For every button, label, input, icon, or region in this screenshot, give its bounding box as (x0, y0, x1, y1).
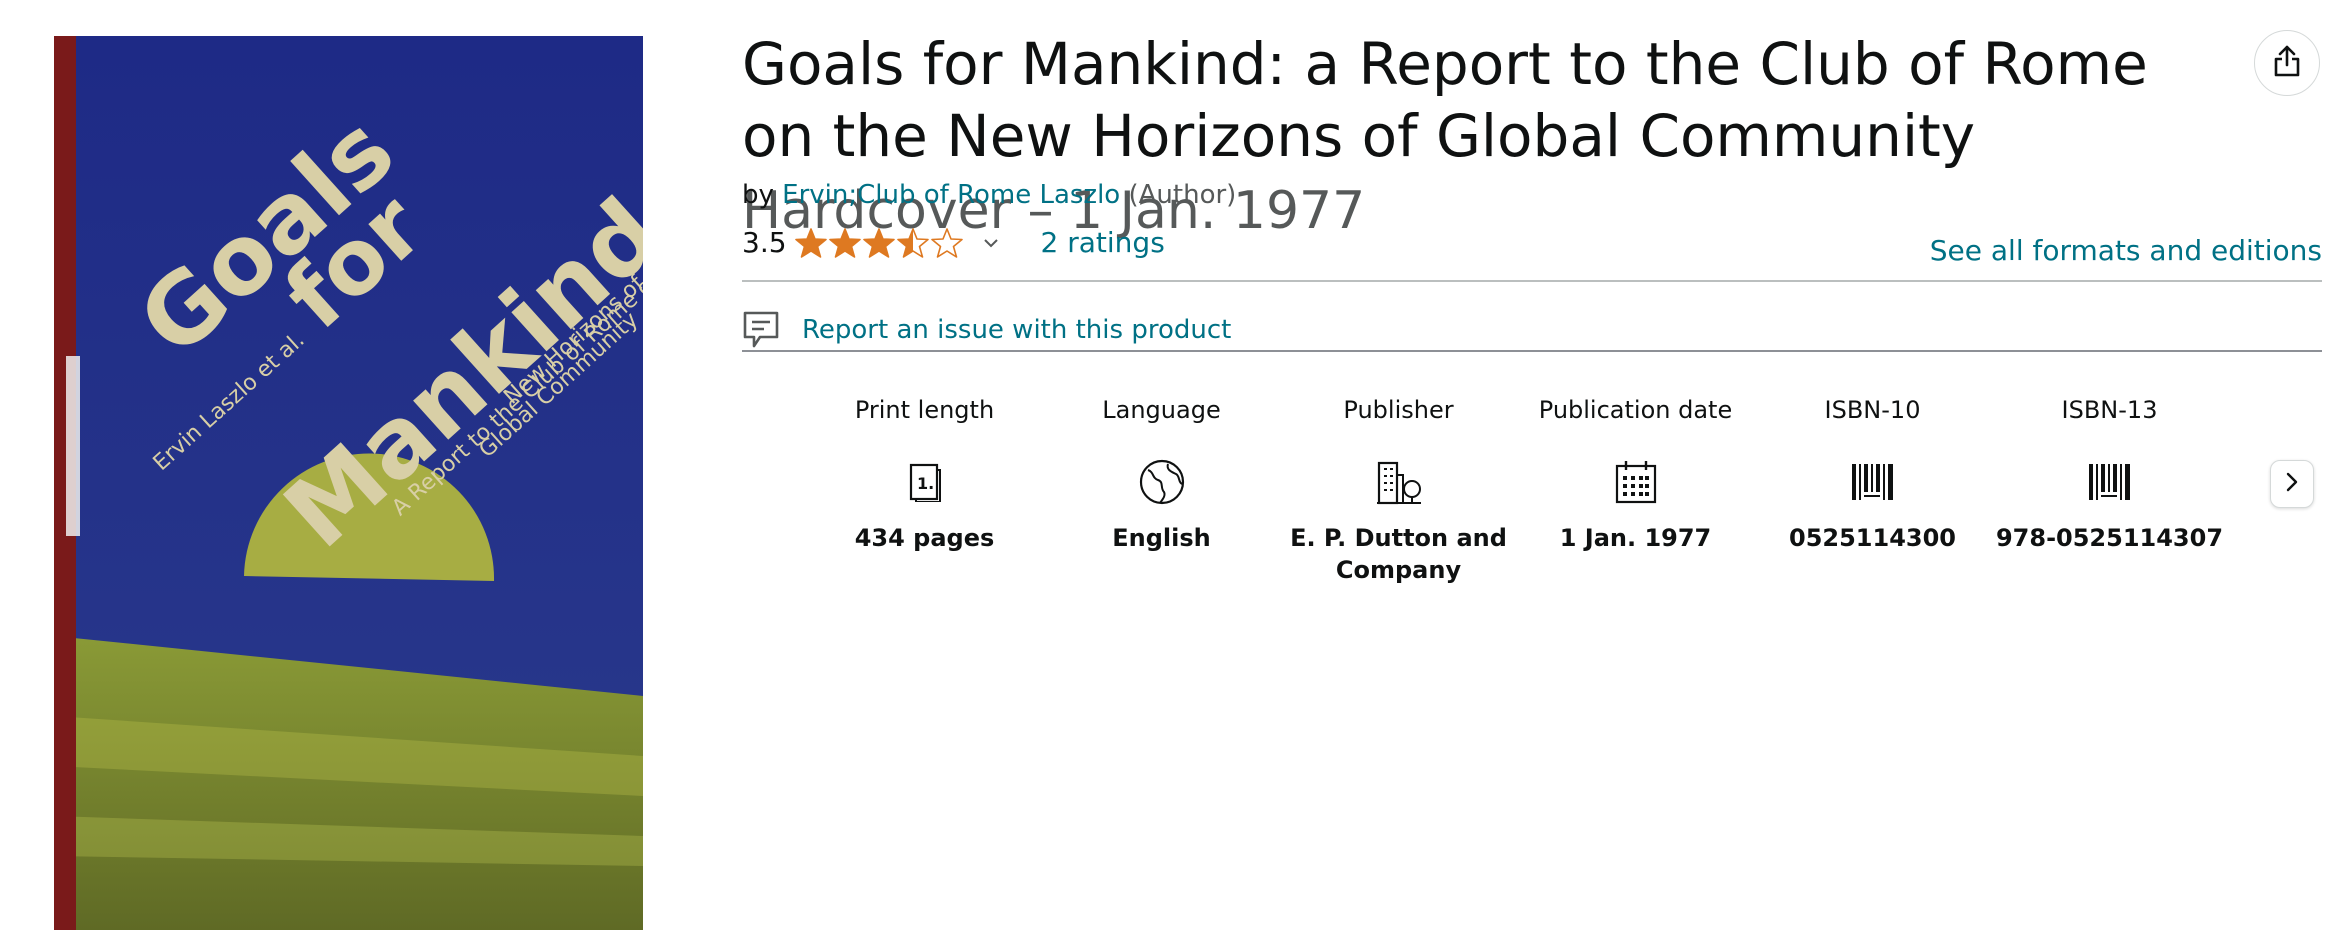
detail-value: 0525114300 (1789, 524, 1956, 552)
detail-print-length: Print length 1. 434 pages (806, 396, 1043, 586)
detail-value: English (1112, 524, 1211, 552)
detail-value: E. P. Dutton and Company (1290, 524, 1507, 584)
rating-value: 3.5 (742, 226, 787, 259)
report-issue-label: Report an issue with this product (802, 315, 1232, 345)
star-full-icon (794, 227, 827, 258)
star-half-icon (896, 227, 929, 258)
chevron-down-icon[interactable] (983, 238, 999, 248)
globe-icon (1138, 454, 1186, 510)
star-empty-icon (930, 227, 963, 258)
building-icon (1375, 454, 1423, 510)
detail-publisher: Publisher E. P. Dutton and Company (1280, 396, 1517, 586)
star-rating[interactable] (794, 227, 965, 259)
detail-isbn-13: ISBN-13 978-0525114307 (1991, 396, 2228, 586)
see-all-formats-link[interactable]: See all formats and editions (1930, 234, 2322, 267)
barcode-icon (1850, 454, 1896, 510)
detail-label: ISBN-13 (2061, 396, 2158, 424)
book-cover-image[interactable]: Goals for Mankind Ervin Laszlo et al. A … (54, 36, 643, 930)
detail-label: ISBN-10 (1824, 396, 1921, 424)
star-full-icon (828, 227, 861, 258)
author-link[interactable]: Ervin;Club of Rome Laszlo (782, 180, 1120, 210)
detail-value: 434 pages (854, 524, 995, 552)
detail-language: Language English (1043, 396, 1280, 586)
feedback-icon (742, 310, 780, 350)
detail-publication-date: Publication date 1 Jan. 1977 (1517, 396, 1754, 586)
by-label: by (742, 180, 774, 210)
carousel-next-button[interactable] (2270, 460, 2314, 508)
detail-value: 1 Jan. 1977 (1559, 524, 1712, 552)
detail-value: 978-0525114307 (1995, 524, 2224, 552)
rating-row: 3.5 2 ratings (742, 226, 1165, 259)
divider (742, 280, 2322, 282)
report-issue-link[interactable]: Report an issue with this product (742, 310, 1231, 350)
detail-label: Publication date (1538, 396, 1733, 424)
svg-text:1.: 1. (917, 474, 934, 493)
calendar-icon (1614, 454, 1658, 510)
divider (742, 350, 2322, 352)
byline: by Ervin;Club of Rome Laszlo (Author) (742, 180, 1236, 210)
ratings-count-link[interactable]: 2 ratings (1041, 226, 1165, 259)
product-title-text: Goals for Mankind: a Report to the Club … (742, 30, 2148, 170)
detail-label: Publisher (1343, 396, 1454, 424)
barcode-icon (2087, 454, 2133, 510)
author-role: (Author) (1128, 180, 1237, 210)
star-full-icon (862, 227, 895, 258)
share-icon (2272, 44, 2302, 82)
product-title: Goals for Mankind: a Report to the Club … (742, 28, 2222, 247)
detail-label: Language (1102, 396, 1221, 424)
chevron-right-icon (2285, 471, 2299, 497)
detail-isbn-10: ISBN-10 0525114300 (1754, 396, 1991, 586)
detail-label: Print length (854, 396, 995, 424)
document-page-icon: 1. (908, 454, 942, 510)
share-button[interactable] (2254, 30, 2320, 96)
product-details-carousel: Print length 1. 434 pages Language Engli… (806, 396, 2228, 586)
